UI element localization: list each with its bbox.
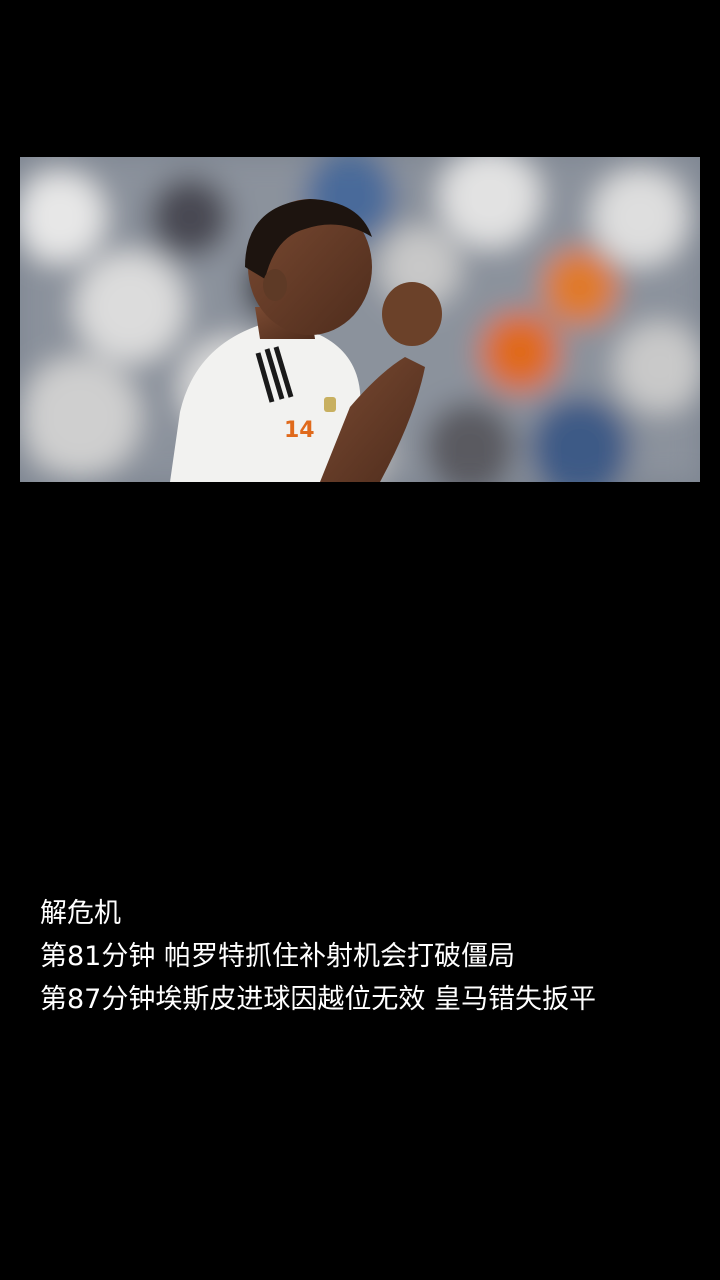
caption-line: 第87分钟埃斯皮进球因越位无效 皇马错失扳平 xyxy=(40,984,596,1015)
caption-line: 第81分钟 帕罗特抓住补射机会打破僵局 xyxy=(40,941,515,972)
svg-text:14: 14 xyxy=(284,418,315,443)
article-caption: 解危机 第81分钟 帕罗特抓住补射机会打破僵局 第87分钟埃斯皮进球因越位无效 … xyxy=(40,892,700,1021)
article-photo: 14 xyxy=(20,157,700,482)
caption-line: 解危机 xyxy=(40,898,121,929)
